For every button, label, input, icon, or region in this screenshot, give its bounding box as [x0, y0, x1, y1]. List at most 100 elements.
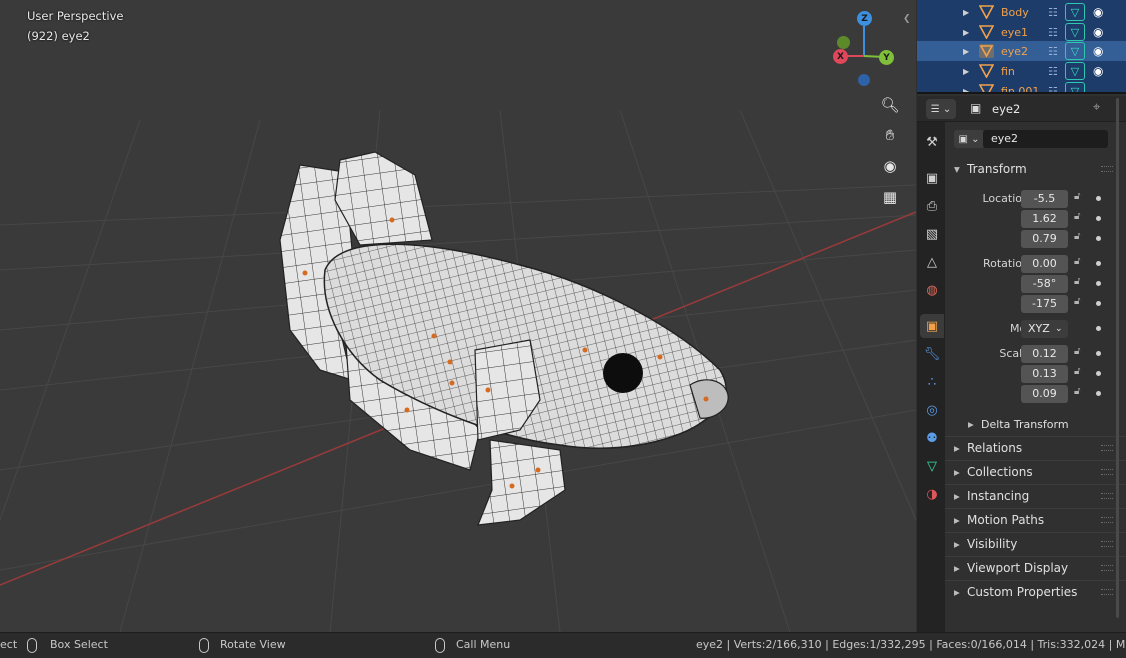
lock-icon[interactable]: 🔓︎: [1074, 256, 1085, 270]
custom-properties-panel-header[interactable]: ▶ Custom Properties: [949, 581, 1119, 603]
modifier-icon[interactable]: ☷: [1048, 6, 1058, 19]
hand-icon[interactable]: ✋︎: [876, 121, 904, 149]
mesh-data-icon[interactable]: ▽: [1065, 62, 1085, 80]
keyframe-dot-icon[interactable]: [1096, 301, 1101, 306]
expand-arrow-icon[interactable]: ▶: [963, 87, 969, 93]
keyframe-dot-icon[interactable]: [1096, 391, 1101, 396]
mesh-data-icon[interactable]: ▽: [1065, 42, 1085, 60]
lock-icon[interactable]: 🔓︎: [1074, 386, 1085, 400]
fish-mesh[interactable]: [279, 151, 729, 526]
drag-grip-icon[interactable]: [1101, 493, 1113, 499]
collections-panel-header[interactable]: ▶ Collections: [949, 461, 1119, 483]
object-tab-icon[interactable]: ▣: [920, 314, 944, 338]
rotation-x-field[interactable]: 0.00: [1021, 255, 1068, 273]
modifier-icon[interactable]: ☷: [1048, 26, 1058, 39]
gizmo-z-handle[interactable]: Z: [857, 11, 872, 26]
tool-tab-icon[interactable]: ⚒: [920, 130, 944, 154]
rotation-z-field[interactable]: -175: [1021, 295, 1068, 313]
visibility-panel-header[interactable]: ▶ Visibility: [949, 533, 1119, 555]
outliner-object-name[interactable]: fin.001: [1001, 85, 1039, 93]
gizmo-x-handle[interactable]: X: [833, 49, 848, 64]
lock-icon[interactable]: 🔓︎: [1074, 276, 1085, 290]
lock-icon[interactable]: 🔓︎: [1074, 191, 1085, 205]
properties-editor[interactable]: ☰ ⌄ ▣ eye2 ⌖ ⚒ ▣ ⎙ ▧ △ ◍ ▣ 🔧︎ ∴ ◎ ⚉ ▽ ◑ …: [917, 96, 1126, 632]
navigation-gizmo[interactable]: Z X Y: [830, 8, 900, 92]
gizmo-y-handle[interactable]: Y: [879, 50, 894, 65]
camera-icon[interactable]: ◉: [876, 152, 904, 180]
drag-grip-icon[interactable]: [1101, 469, 1113, 475]
outliner-row-body[interactable]: ▶ Body ☷ ▽ ◉: [917, 2, 1126, 22]
transform-panel-header[interactable]: ▼ Transform: [949, 158, 1119, 180]
data-tab-icon[interactable]: ▽: [920, 454, 944, 478]
keyframe-dot-icon[interactable]: [1096, 236, 1101, 241]
sidebar-toggle-icon[interactable]: ❮: [903, 14, 911, 24]
lock-icon[interactable]: 🔓︎: [1074, 296, 1085, 310]
lock-icon[interactable]: 🔓︎: [1074, 346, 1085, 360]
properties-scrollbar[interactable]: [1116, 98, 1119, 618]
mesh-data-icon[interactable]: ▽: [1065, 3, 1085, 21]
drag-grip-icon[interactable]: [1101, 541, 1113, 547]
keyframe-dot-icon[interactable]: [1096, 216, 1101, 221]
pin-icon[interactable]: ⌖: [1093, 100, 1100, 115]
outliner-row-fin[interactable]: ▶ fin ☷ ▽ ◉: [917, 61, 1126, 81]
outliner-object-name[interactable]: fin: [1001, 65, 1015, 78]
constraints-tab-icon[interactable]: ⚉: [920, 426, 944, 450]
eye-mesh[interactable]: [603, 353, 643, 393]
drag-grip-icon[interactable]: [1101, 589, 1113, 595]
gizmo-neg-y-handle[interactable]: [837, 36, 850, 49]
drag-grip-icon[interactable]: [1101, 517, 1113, 523]
location-y-field[interactable]: 1.62: [1021, 210, 1068, 228]
render-tab-icon[interactable]: ▣: [920, 166, 944, 190]
view-layer-tab-icon[interactable]: ▧: [920, 222, 944, 246]
drag-grip-icon[interactable]: [1101, 565, 1113, 571]
lock-icon[interactable]: 🔓︎: [1074, 211, 1085, 225]
expand-arrow-icon[interactable]: ▶: [963, 47, 969, 56]
scale-z-field[interactable]: 0.09: [1021, 385, 1068, 403]
lock-icon[interactable]: 🔓︎: [1074, 231, 1085, 245]
motion-paths-panel-header[interactable]: ▶ Motion Paths: [949, 509, 1119, 531]
zoom-icon[interactable]: 🔍︎: [876, 91, 904, 119]
visibility-eye-icon[interactable]: ◉: [1093, 64, 1103, 78]
scale-y-field[interactable]: 0.13: [1021, 365, 1068, 383]
location-x-field[interactable]: -5.5: [1021, 190, 1068, 208]
3d-viewport[interactable]: User Perspective (922) eye2 Z X Y 🔍︎ ✋︎ …: [0, 0, 916, 632]
output-tab-icon[interactable]: ⎙: [920, 194, 944, 218]
keyframe-dot-icon[interactable]: [1096, 351, 1101, 356]
outliner-object-name[interactable]: eye2: [1001, 45, 1028, 58]
keyframe-dot-icon[interactable]: [1096, 281, 1101, 286]
outliner-object-name[interactable]: eye1: [1001, 26, 1028, 39]
keyframe-dot-icon[interactable]: [1096, 371, 1101, 376]
particles-tab-icon[interactable]: ∴: [920, 370, 944, 394]
keyframe-dot-icon[interactable]: [1096, 261, 1101, 266]
delta-transform-header[interactable]: ▶ Delta Transform: [963, 413, 1126, 435]
visibility-eye-icon[interactable]: ◉: [1093, 25, 1103, 39]
keyframe-dot-icon[interactable]: [1096, 326, 1101, 331]
mesh-data-icon[interactable]: ▽: [1065, 23, 1085, 41]
editor-type-button[interactable]: ☰ ⌄: [926, 99, 956, 119]
outliner-object-name[interactable]: Body: [1001, 6, 1029, 19]
world-tab-icon[interactable]: ◍: [920, 278, 944, 302]
mesh-data-icon[interactable]: ▽: [1065, 82, 1085, 92]
object-name-field[interactable]: eye2: [983, 130, 1108, 148]
lock-icon[interactable]: 🔓︎: [1074, 366, 1085, 380]
physics-tab-icon[interactable]: ◎: [920, 398, 944, 422]
rotation-mode-select[interactable]: XYZ ⌄: [1021, 320, 1068, 338]
modifier-icon[interactable]: ☷: [1048, 85, 1058, 93]
keyframe-dot-icon[interactable]: [1096, 196, 1101, 201]
outliner-row-eye1[interactable]: ▶ eye1 ☷ ▽ ◉: [917, 22, 1126, 42]
location-z-field[interactable]: 0.79: [1021, 230, 1068, 248]
scene-tab-icon[interactable]: △: [920, 250, 944, 274]
drag-grip-icon[interactable]: [1101, 445, 1113, 451]
expand-arrow-icon[interactable]: ▶: [963, 28, 969, 37]
scale-x-field[interactable]: 0.12: [1021, 345, 1068, 363]
outliner-row-fin-001[interactable]: ▶ fin.001 ☷ ▽: [917, 81, 1126, 93]
material-tab-icon[interactable]: ◑: [920, 482, 944, 506]
gizmo-neg-z-handle[interactable]: [858, 74, 870, 86]
expand-arrow-icon[interactable]: ▶: [963, 8, 969, 17]
modifier-icon[interactable]: ☷: [1048, 45, 1058, 58]
modifier-tab-icon[interactable]: 🔧︎: [920, 342, 944, 366]
object-type-dropdown[interactable]: ▣ ⌄: [954, 130, 984, 148]
outliner-row-eye2[interactable]: ▶ eye2 ☷ ▽ ◉: [917, 41, 1126, 61]
rotation-y-field[interactable]: -58°: [1021, 275, 1068, 293]
instancing-panel-header[interactable]: ▶ Instancing: [949, 485, 1119, 507]
